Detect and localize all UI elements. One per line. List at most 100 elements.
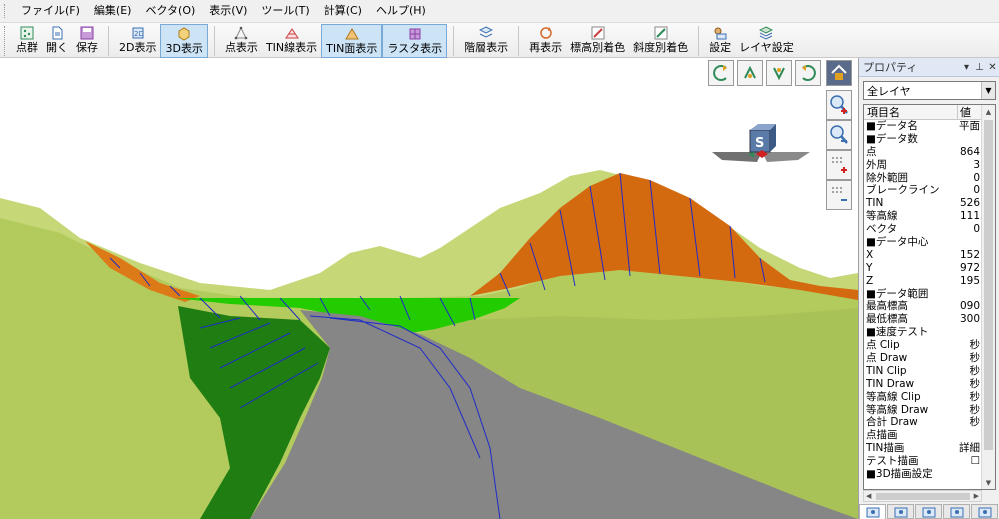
property-row[interactable]: 点描画 <box>864 429 995 442</box>
tab-data[interactable] <box>915 504 942 519</box>
property-row[interactable]: 外周 3 <box>864 159 995 172</box>
property-value: ☐ <box>970 455 980 468</box>
view-2d-button[interactable]: 2D 2D表示 <box>115 24 160 58</box>
property-value: 111 <box>959 210 980 223</box>
menu-grip[interactable] <box>4 4 8 18</box>
property-row[interactable]: ■データ中心 <box>864 236 995 249</box>
property-row[interactable]: TIN描画 詳細 <box>864 442 995 455</box>
menu-vector[interactable]: ベクタ(O) <box>138 0 202 22</box>
layer-display-button[interactable]: 階層表示 <box>460 24 512 58</box>
property-row[interactable]: 除外範囲 0 <box>864 172 995 185</box>
menu-help[interactable]: ヘルプ(H) <box>369 0 433 22</box>
vector-tab-icon <box>950 507 963 517</box>
property-row[interactable]: テスト描画 ☐ <box>864 455 995 468</box>
property-row[interactable]: 等高線 Draw 秒 <box>864 404 995 417</box>
horizontal-scrollbar[interactable]: ◀ ▶ <box>863 490 982 502</box>
3d-viewport[interactable]: S <box>0 58 858 519</box>
elevation-color-button[interactable]: 標高別着色 <box>566 24 629 58</box>
layers-tab-icon <box>894 507 907 517</box>
property-name: 点 Clip <box>866 339 900 352</box>
scroll-down-icon[interactable]: ▼ <box>982 476 995 489</box>
dropdown-icon[interactable]: ▾ <box>960 62 973 73</box>
rotate-left-icon[interactable] <box>708 60 734 86</box>
column-header-name[interactable]: 項目名 <box>864 105 958 119</box>
property-row[interactable]: ブレークライン 0 <box>864 184 995 197</box>
scroll-up-icon[interactable]: ▲ <box>982 105 995 118</box>
property-row[interactable]: ■3D描画設定 <box>864 468 995 481</box>
scroll-thumb[interactable] <box>984 120 993 450</box>
property-row[interactable]: 等高線 Clip 秒 <box>864 391 995 404</box>
raster-label: ラスタ表示 <box>387 42 443 55</box>
menu-view[interactable]: 表示(V) <box>202 0 254 22</box>
property-row[interactable]: TIN Clip 秒 <box>864 365 995 378</box>
zoom-in-icon[interactable] <box>826 90 852 120</box>
property-row[interactable]: ■速度テスト <box>864 326 995 339</box>
property-row[interactable]: ベクタ 0 <box>864 223 995 236</box>
tab-vector[interactable] <box>943 504 970 519</box>
open-button[interactable]: 開く <box>42 24 72 58</box>
toolbar-separator <box>213 26 215 56</box>
redraw-button[interactable]: 再表示 <box>525 24 566 58</box>
tilt-up-icon[interactable] <box>737 60 763 86</box>
property-row[interactable]: 点 Clip 秒 <box>864 339 995 352</box>
chevron-down-icon[interactable]: ▼ <box>981 82 995 99</box>
property-row[interactable]: 点 864 <box>864 146 995 159</box>
slope-color-button[interactable]: 斜度別着色 <box>629 24 692 58</box>
tab-layers[interactable] <box>887 504 914 519</box>
property-row[interactable]: ■データ範囲 <box>864 288 995 301</box>
tin-face-button[interactable]: TIN面表示 <box>321 24 383 58</box>
property-row[interactable]: 等高線 111 <box>864 210 995 223</box>
vertical-scrollbar[interactable]: ▲ ▼ <box>981 105 995 489</box>
menu-calc[interactable]: 計算(C) <box>317 0 369 22</box>
property-value: 0 <box>973 171 980 184</box>
settings-button[interactable]: 設定 <box>705 24 735 58</box>
property-row[interactable]: ■データ名 平面 <box>864 120 995 133</box>
zoom-out-icon[interactable] <box>826 120 852 150</box>
menu-edit[interactable]: 編集(E) <box>87 0 139 22</box>
property-row[interactable]: TIN Draw 秒 <box>864 378 995 391</box>
scroll-thumb[interactable] <box>876 493 970 500</box>
point-size-up-icon[interactable] <box>826 150 852 180</box>
point-cloud-button[interactable]: 点群 <box>12 24 42 58</box>
tab-info[interactable] <box>971 504 998 519</box>
property-row[interactable]: 点 Draw 秒 <box>864 352 995 365</box>
property-value: 300 <box>959 313 980 326</box>
point-display-button[interactable]: 点表示 <box>221 24 262 58</box>
property-value: 秒 <box>969 339 981 352</box>
property-row[interactable]: 合計 Draw 秒 <box>864 416 995 429</box>
property-row[interactable]: X 152 <box>864 249 995 262</box>
settings-label: 設定 <box>709 41 732 54</box>
tilt-down-icon[interactable] <box>766 60 792 86</box>
property-row[interactable]: Y 972 <box>864 262 995 275</box>
column-header-value[interactable]: 値 <box>958 105 982 119</box>
toolbar: 点群 開く 保存 2D 2D表示 3D表示 点表示 TIN線表示 TIN面表示 … <box>0 22 999 58</box>
property-row[interactable]: 最高標高 090 <box>864 300 995 313</box>
close-icon[interactable]: ✕ <box>986 62 999 73</box>
layer-settings-button[interactable]: レイヤ設定 <box>735 24 798 58</box>
view-3d-button[interactable]: 3D表示 <box>160 24 208 58</box>
scroll-left-icon[interactable]: ◀ <box>866 491 871 501</box>
property-name: X <box>866 248 874 261</box>
property-value: 平面 <box>959 120 980 132</box>
save-button[interactable]: 保存 <box>72 24 102 58</box>
home-view-icon[interactable] <box>826 60 852 86</box>
tab-properties[interactable] <box>859 504 886 519</box>
property-panel-title: プロパティ <box>863 61 918 74</box>
tin-line-button[interactable]: TIN線表示 <box>262 24 321 58</box>
layer-select[interactable]: 全レイヤ ▼ <box>863 81 996 100</box>
toolbar-grip[interactable] <box>4 26 8 56</box>
property-row[interactable]: ■データ数 <box>864 133 995 146</box>
scroll-right-icon[interactable]: ▶ <box>974 491 979 501</box>
raster-button[interactable]: ラスタ表示 <box>382 24 448 58</box>
layer-settings-icon <box>758 25 774 41</box>
rotate-right-icon[interactable] <box>795 60 821 86</box>
pin-icon[interactable]: ⊥ <box>973 62 986 73</box>
menu-file[interactable]: ファイル(F) <box>14 0 87 22</box>
property-row[interactable]: 最低標高 300 <box>864 313 995 326</box>
menu-tools[interactable]: ツール(T) <box>254 0 316 22</box>
property-row[interactable]: TIN 526 <box>864 197 995 210</box>
toolbar-separator <box>518 26 520 56</box>
point-size-down-icon[interactable] <box>826 180 852 210</box>
property-row[interactable]: Z 195 <box>864 275 995 288</box>
property-value <box>958 468 982 481</box>
